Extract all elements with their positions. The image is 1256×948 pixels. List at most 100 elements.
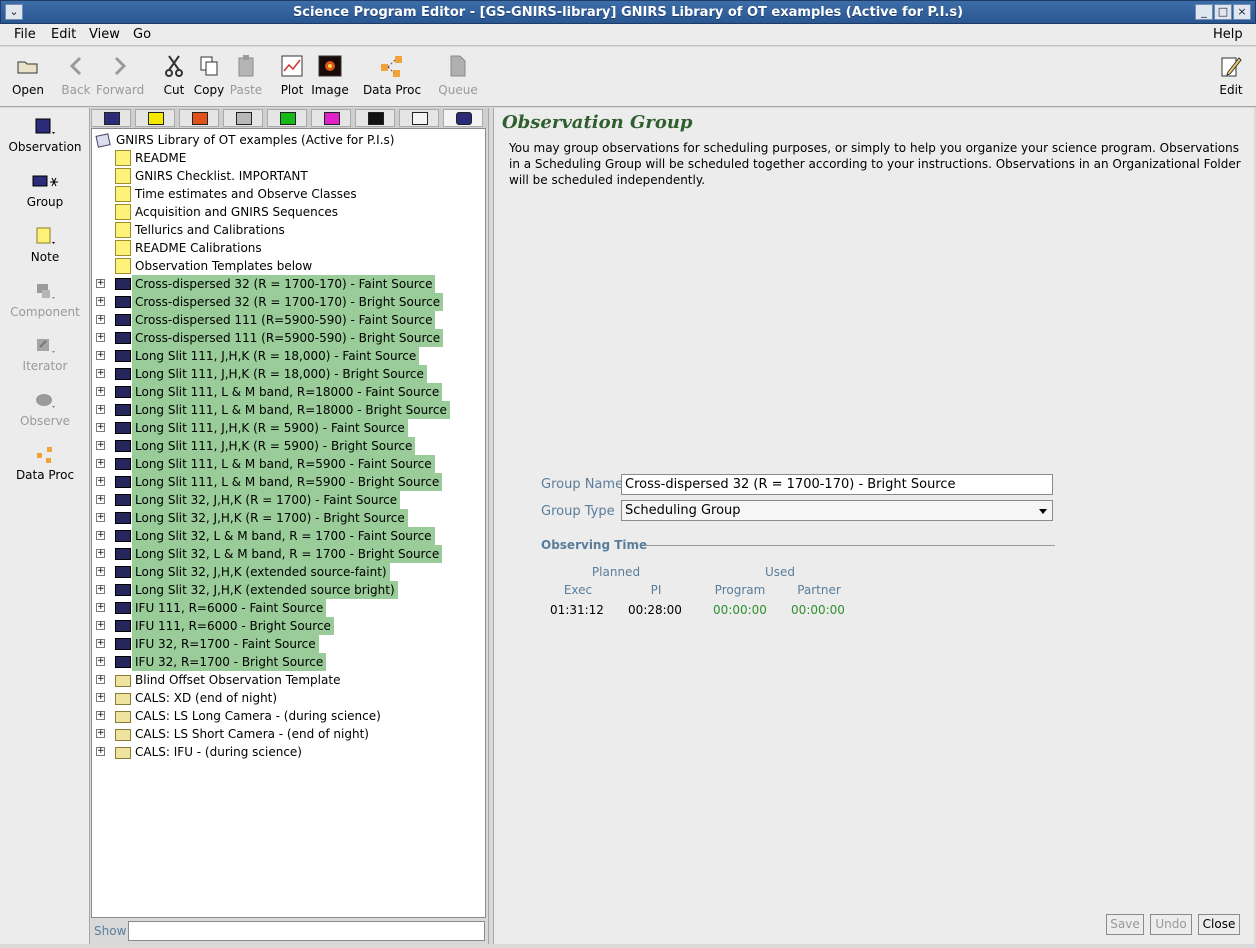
expand-toggle-icon[interactable]: + <box>96 459 105 468</box>
group-icon <box>115 530 131 542</box>
expand-toggle-icon[interactable]: + <box>96 693 105 702</box>
cut-label: Cut <box>163 83 185 97</box>
group-palette-button[interactable]: Group <box>0 169 90 209</box>
show-input[interactable] <box>128 921 485 941</box>
tree-group-label: Cross-dispersed 111 (R=5900-590) - Brigh… <box>132 329 444 347</box>
expand-toggle-icon[interactable]: + <box>96 297 105 306</box>
tab-all[interactable] <box>91 109 131 127</box>
observation-palette-button[interactable]: Observation <box>0 114 90 154</box>
group-icon <box>115 638 131 650</box>
panel-description: You may group observations for schedulin… <box>509 141 1241 187</box>
tab-white[interactable] <box>399 109 439 127</box>
group-name-field[interactable]: Cross-dispersed 32 (R = 1700-170) - Brig… <box>621 474 1053 495</box>
copy-button[interactable]: Copy <box>192 52 226 97</box>
back-button[interactable]: Back <box>58 52 94 97</box>
group-type-select[interactable]: Scheduling Group <box>621 500 1053 521</box>
dropdown-caret-icon <box>1039 509 1047 514</box>
tab-green[interactable] <box>267 109 307 127</box>
observation-icon <box>35 118 55 134</box>
expand-toggle-icon[interactable]: + <box>96 351 105 360</box>
menu-edit[interactable]: Edit <box>51 27 76 42</box>
window-title: Science Program Editor - [GS-GNIRS-libra… <box>292 5 964 20</box>
expand-toggle-icon[interactable]: + <box>96 549 105 558</box>
pi-value: 00:28:00 <box>628 603 682 617</box>
expand-toggle-icon[interactable]: + <box>96 639 105 648</box>
exec-value: 01:31:12 <box>550 603 604 617</box>
expand-toggle-icon[interactable]: + <box>96 567 105 576</box>
tab-gray[interactable] <box>223 109 263 127</box>
expand-toggle-icon[interactable]: + <box>96 477 105 486</box>
menu-help[interactable]: Help <box>1213 27 1243 42</box>
planned-header: Planned <box>591 565 641 579</box>
group-icon <box>115 422 131 434</box>
data-proc-button[interactable]: Data Proc <box>362 52 422 97</box>
menu-file[interactable]: File <box>14 27 36 42</box>
forward-button[interactable]: Forward <box>96 52 144 97</box>
expand-toggle-icon[interactable]: + <box>96 675 105 684</box>
expand-toggle-icon[interactable]: + <box>96 279 105 288</box>
expand-toggle-icon[interactable]: + <box>96 495 105 504</box>
queue-button[interactable]: Queue <box>436 52 480 97</box>
cut-button[interactable]: Cut <box>160 52 188 97</box>
iterator-palette-button[interactable]: Iterator <box>0 333 90 373</box>
component-palette-button[interactable]: Component <box>0 279 90 319</box>
tree-group-label: Long Slit 32, J,H,K (R = 1700) - Faint S… <box>132 491 401 509</box>
maximize-button[interactable]: □ <box>1214 4 1232 20</box>
menu-go[interactable]: Go <box>133 27 151 42</box>
data-proc-palette-button[interactable]: Data Proc <box>0 442 90 482</box>
expand-toggle-icon[interactable]: + <box>96 423 105 432</box>
program-tree[interactable]: GNIRS Library of OT examples (Active for… <box>91 128 486 918</box>
expand-toggle-icon[interactable]: + <box>96 333 105 342</box>
expand-toggle-icon[interactable]: + <box>96 657 105 666</box>
expand-toggle-icon[interactable]: + <box>96 405 105 414</box>
group-name-label: Group Name <box>541 477 624 492</box>
undo-button[interactable]: Undo <box>1150 914 1192 935</box>
expand-toggle-icon[interactable]: + <box>96 369 105 378</box>
expand-toggle-icon[interactable]: + <box>96 603 105 612</box>
tab-magenta[interactable] <box>311 109 351 127</box>
tree-group-label: Long Slit 111, J,H,K (R = 18,000) - Fain… <box>132 347 420 365</box>
note-palette-button[interactable]: Note <box>0 224 90 264</box>
note-palette-label: Note <box>30 250 60 264</box>
expand-toggle-icon[interactable]: + <box>96 747 105 756</box>
group-type-label: Group Type <box>541 504 615 519</box>
tab-group[interactable] <box>443 109 483 127</box>
save-button[interactable]: Save <box>1106 914 1144 935</box>
tab-red[interactable] <box>179 109 219 127</box>
expand-toggle-icon[interactable]: + <box>96 441 105 450</box>
toolbar: Open Back Forward Cut Copy Paste Plot Im… <box>0 47 1256 107</box>
expand-toggle-icon[interactable]: + <box>96 315 105 324</box>
expand-toggle-icon[interactable]: + <box>96 729 105 738</box>
edit-toggle-button[interactable]: Edit <box>1214 52 1248 97</box>
tab-black[interactable] <box>355 109 395 127</box>
group-icon <box>115 296 131 308</box>
plot-button[interactable]: Plot <box>278 52 306 97</box>
data-proc-icon <box>381 56 402 77</box>
open-button[interactable]: Open <box>8 52 48 97</box>
tree-group-label: Long Slit 32, J,H,K (extended source-fai… <box>132 563 390 581</box>
expand-toggle-icon[interactable]: + <box>96 711 105 720</box>
copy-label: Copy <box>193 83 225 97</box>
expand-toggle-icon[interactable]: + <box>96 513 105 522</box>
close-window-button[interactable]: × <box>1233 4 1251 20</box>
palette-panel: Observation Group Note Component Iterato… <box>0 108 90 944</box>
expand-toggle-icon[interactable]: + <box>96 585 105 594</box>
close-button[interactable]: Close <box>1198 914 1240 935</box>
group-icon <box>115 458 131 470</box>
image-icon <box>318 55 342 77</box>
image-button[interactable]: Image <box>310 52 350 97</box>
menu-view[interactable]: View <box>89 27 120 42</box>
red-tab-icon <box>192 112 208 125</box>
used-header: Used <box>764 565 796 579</box>
paste-button[interactable]: Paste <box>228 52 264 97</box>
observe-palette-button[interactable]: Observe <box>0 388 90 428</box>
note-icon <box>115 222 131 238</box>
expand-toggle-icon[interactable]: + <box>96 387 105 396</box>
minimize-button[interactable]: _ <box>1195 4 1213 20</box>
group-icon <box>115 620 131 632</box>
tab-yellow[interactable] <box>135 109 175 127</box>
expand-toggle-icon[interactable]: + <box>96 621 105 630</box>
group-icon <box>115 548 131 560</box>
forward-arrow-icon <box>114 56 127 76</box>
expand-toggle-icon[interactable]: + <box>96 531 105 540</box>
